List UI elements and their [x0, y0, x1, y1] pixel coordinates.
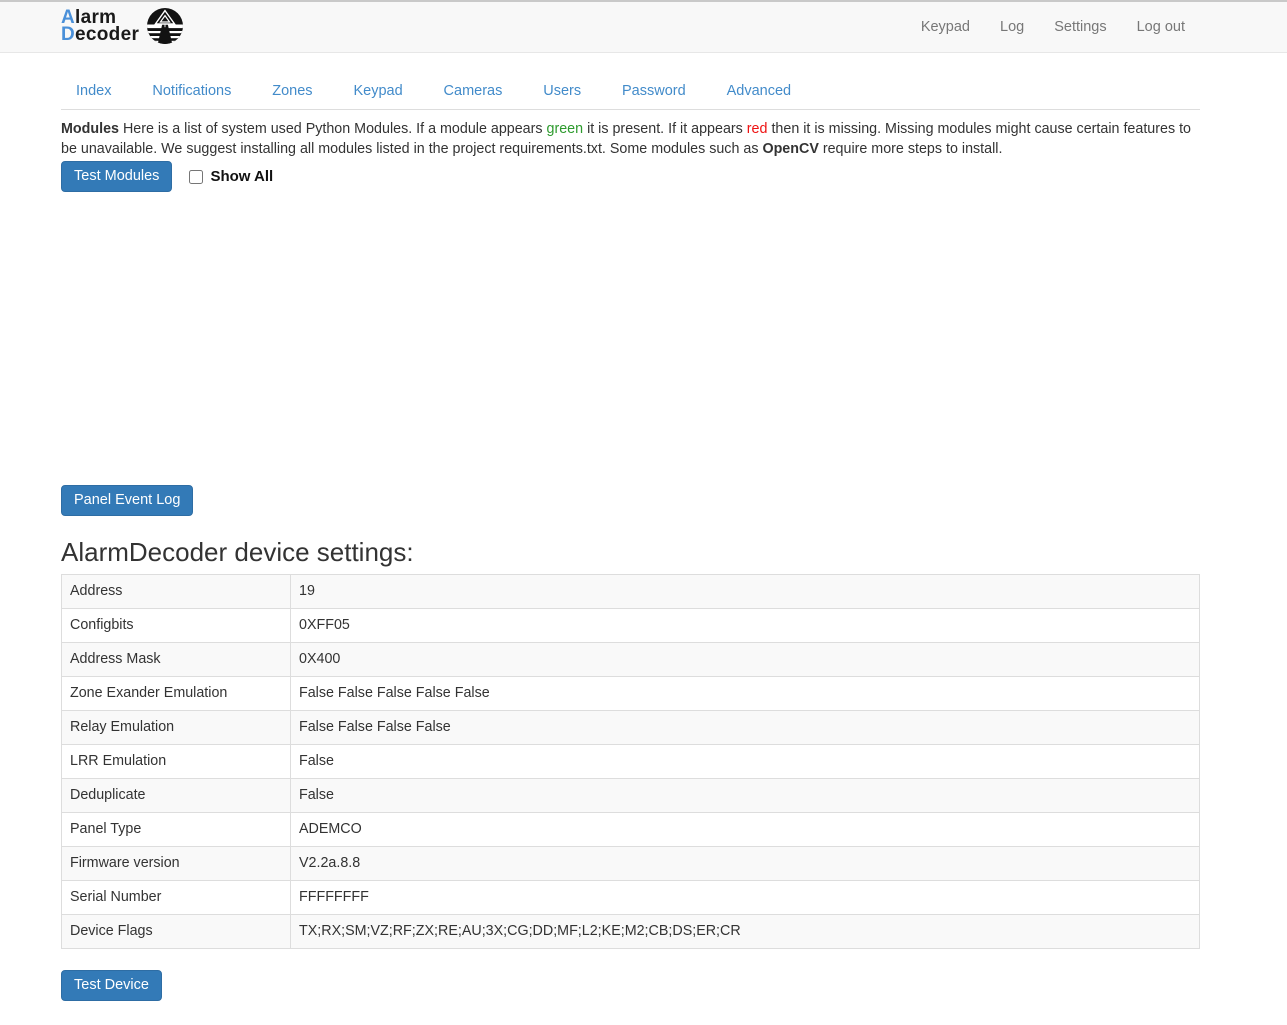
test-device-row: Test Device	[61, 970, 1200, 1001]
modules-actions-row: Test Modules Show All	[61, 161, 1200, 192]
table-row-configbits: Configbits 0XFF05	[62, 609, 1200, 643]
modules-intro-text: Modules Here is a list of system used Py…	[61, 119, 1200, 159]
table-row-address-mask: Address Mask 0X400	[62, 643, 1200, 677]
row-label: Panel Type	[62, 813, 291, 847]
top-navbar: Alarm Decoder Keypad Log Set	[0, 2, 1287, 53]
row-value: ADEMCO	[291, 813, 1200, 847]
device-settings-heading: AlarmDecoder device settings:	[61, 537, 1200, 567]
row-label: Firmware version	[62, 847, 291, 881]
table-row-firmware-version: Firmware version V2.2a.8.8	[62, 847, 1200, 881]
row-value: False	[291, 779, 1200, 813]
tab-index[interactable]: Index	[61, 73, 126, 109]
row-value: False False False False	[291, 711, 1200, 745]
tab-users[interactable]: Users	[528, 73, 596, 109]
table-row-relay-emulation: Relay Emulation False False False False	[62, 711, 1200, 745]
row-label: Serial Number	[62, 881, 291, 915]
row-value: False	[291, 745, 1200, 779]
navbar-link-settings[interactable]: Settings	[1039, 2, 1121, 52]
tab-password[interactable]: Password	[607, 73, 701, 109]
settings-tab-bar: Index Notifications Zones Keypad Cameras…	[61, 73, 1200, 110]
row-value: FFFFFFFF	[291, 881, 1200, 915]
brand-text: Alarm Decoder	[61, 9, 139, 43]
green-word: green	[547, 121, 584, 137]
panel-event-log-row: Panel Event Log	[61, 485, 1200, 516]
opencv-word: OpenCV	[762, 141, 818, 157]
test-modules-button[interactable]: Test Modules	[61, 161, 172, 192]
tab-notifications[interactable]: Notifications	[137, 73, 246, 109]
brand-link[interactable]: Alarm Decoder	[61, 7, 184, 45]
table-row-panel-type: Panel Type ADEMCO	[62, 813, 1200, 847]
navbar-link-log[interactable]: Log	[985, 2, 1039, 52]
row-value: False False False False False	[291, 677, 1200, 711]
tab-advanced[interactable]: Advanced	[712, 73, 807, 109]
row-label: Address Mask	[62, 643, 291, 677]
row-value: 19	[291, 575, 1200, 609]
table-row-zone-expander: Zone Exander Emulation False False False…	[62, 677, 1200, 711]
alarmdecoder-logo-icon	[146, 7, 184, 45]
tab-cameras[interactable]: Cameras	[429, 73, 518, 109]
brand-letter-d: D	[61, 24, 75, 45]
device-settings-table: Address 19 Configbits 0XFF05 Address Mas…	[61, 574, 1200, 949]
show-all-checkbox[interactable]	[189, 170, 203, 184]
row-label: Configbits	[62, 609, 291, 643]
navbar-link-keypad[interactable]: Keypad	[906, 2, 985, 52]
red-word: red	[747, 121, 768, 137]
row-label: Device Flags	[62, 915, 291, 949]
modules-result-area	[61, 192, 1200, 485]
row-value: 0XFF05	[291, 609, 1200, 643]
row-label: Address	[62, 575, 291, 609]
panel-event-log-button[interactable]: Panel Event Log	[61, 485, 193, 516]
test-device-button[interactable]: Test Device	[61, 970, 162, 1001]
table-row-serial-number: Serial Number FFFFFFFF	[62, 881, 1200, 915]
row-value: TX;RX;SM;VZ;RF;ZX;RE;AU;3X;CG;DD;MF;L2;K…	[291, 915, 1200, 949]
row-label: Zone Exander Emulation	[62, 677, 291, 711]
row-label: Deduplicate	[62, 779, 291, 813]
row-label: LRR Emulation	[62, 745, 291, 779]
navbar-links: Keypad Log Settings Log out	[906, 2, 1200, 52]
row-label: Relay Emulation	[62, 711, 291, 745]
table-row-address: Address 19	[62, 575, 1200, 609]
tab-keypad[interactable]: Keypad	[338, 73, 417, 109]
table-row-device-flags: Device Flags TX;RX;SM;VZ;RF;ZX;RE;AU;3X;…	[62, 915, 1200, 949]
tab-zones[interactable]: Zones	[257, 73, 327, 109]
table-row-deduplicate: Deduplicate False	[62, 779, 1200, 813]
modules-lead: Modules	[61, 121, 119, 137]
brand-word-decoder: ecoder	[75, 24, 139, 45]
row-value: 0X400	[291, 643, 1200, 677]
show-all-label[interactable]: Show All	[210, 168, 273, 185]
row-value: V2.2a.8.8	[291, 847, 1200, 881]
navbar-link-logout[interactable]: Log out	[1122, 2, 1200, 52]
table-row-lrr-emulation: LRR Emulation False	[62, 745, 1200, 779]
